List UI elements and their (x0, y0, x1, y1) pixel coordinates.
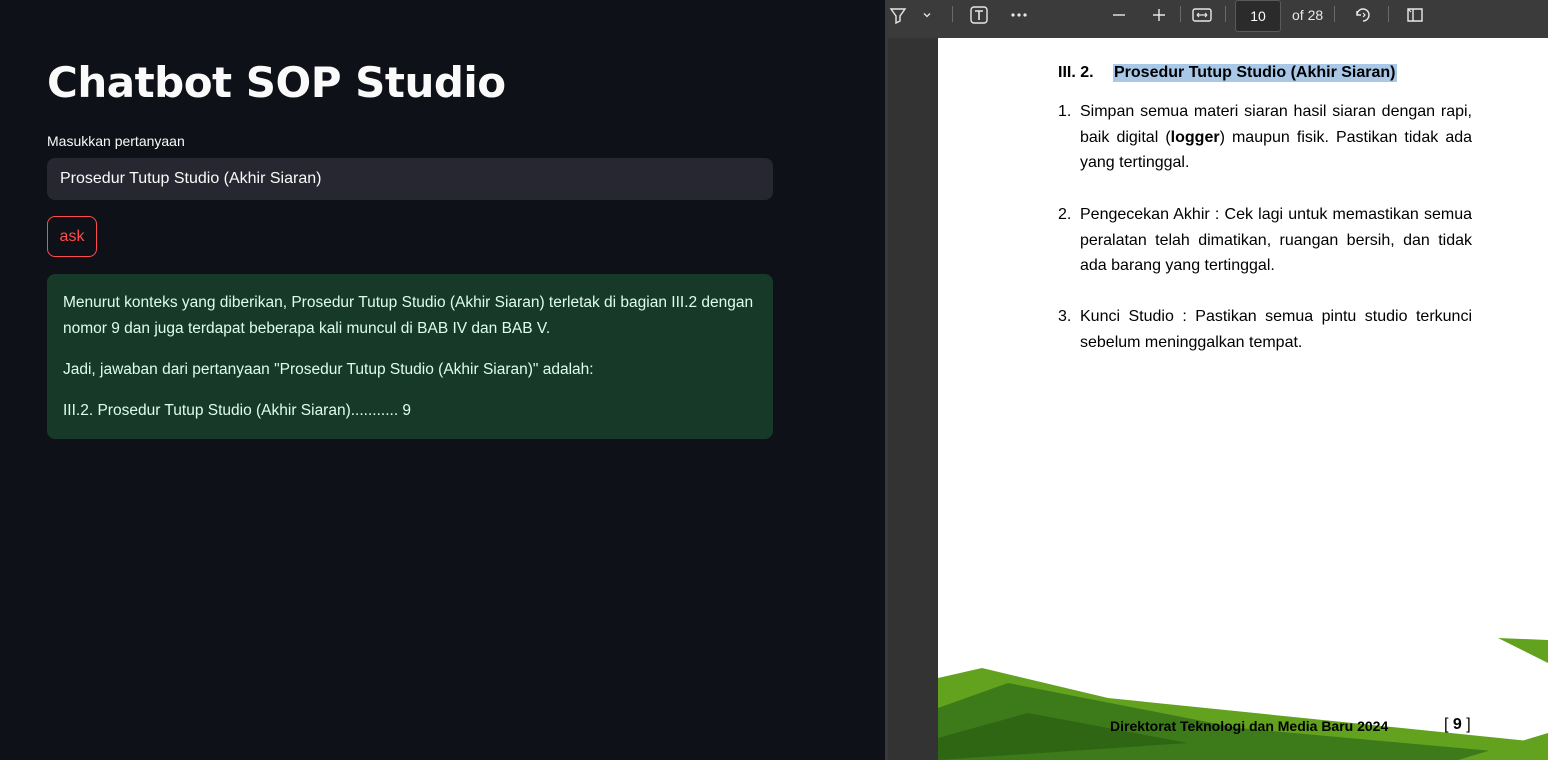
list-text-bold: logger (1170, 128, 1220, 146)
page-view-icon[interactable] (1404, 0, 1426, 30)
chevron-down-icon[interactable] (919, 0, 935, 30)
page-title: Chatbot SOP Studio (47, 58, 506, 107)
toolbar-separator (1180, 6, 1181, 22)
pdf-viewer: of 28 III. 2. Prosedur Tutup Studio (Akh… (888, 0, 1548, 760)
answer-paragraph: Jadi, jawaban dari pertanyaan "Prosedur … (63, 361, 594, 378)
page-count: of 28 (1292, 7, 1324, 23)
bracket-close: ] (1466, 716, 1471, 733)
page-footer-number: [ 9 ] (1444, 716, 1471, 734)
toolbar-separator (952, 6, 953, 22)
answer-box: Menurut konteks yang diberikan, Prosedur… (47, 274, 773, 439)
list-number: 2. (1058, 206, 1072, 223)
pdf-toolbar: of 28 (888, 0, 1548, 38)
chatbot-app: Chatbot SOP Studio Masukkan pertanyaan a… (0, 0, 885, 760)
text-box-icon[interactable] (968, 0, 990, 30)
more-icon[interactable] (1008, 0, 1030, 30)
answer-paragraph: III.2. Prosedur Tutup Studio (Akhir Siar… (63, 402, 412, 419)
list-text: Simpan semua materi siaran hasil siaran … (1080, 99, 1472, 176)
list-item: 3. Kunci Studio : Pastikan semua pintu s… (1058, 304, 1472, 355)
list-number: 3. (1058, 308, 1072, 325)
list-number: 1. (1058, 103, 1072, 120)
list-item: 2. Pengecekan Akhir : Cek lagi untuk mem… (1058, 202, 1472, 279)
answer-paragraph: Menurut konteks yang diberikan, Prosedur… (63, 294, 754, 337)
rotate-icon[interactable] (1352, 0, 1374, 30)
toolbar-separator (1388, 6, 1389, 22)
list-item: 1. Simpan semua materi siaran hasil siar… (1058, 99, 1472, 176)
section-title[interactable]: Prosedur Tutup Studio (Akhir Siaran) (1113, 64, 1397, 82)
zoom-out-icon[interactable] (1110, 0, 1128, 30)
fit-width-icon[interactable] (1190, 0, 1214, 30)
pdf-page: III. 2. Prosedur Tutup Studio (Akhir Sia… (938, 38, 1548, 760)
page-footer-text: Direktorat Teknologi dan Media Baru 2024 (1110, 718, 1389, 734)
bracket-open: [ (1444, 716, 1449, 733)
list-text: Kunci Studio : Pastikan semua pintu stud… (1080, 308, 1472, 351)
page-number-input[interactable] (1235, 0, 1281, 32)
question-input[interactable] (47, 158, 773, 200)
list-text: Pengecekan Akhir : Cek lagi untuk memast… (1080, 206, 1472, 274)
toolbar-separator (1225, 6, 1226, 22)
highlight-icon[interactable] (888, 0, 908, 30)
section-number: III. 2. (1058, 64, 1094, 81)
zoom-in-icon[interactable] (1150, 0, 1168, 30)
toolbar-separator (1334, 6, 1335, 22)
footer-page-value: 9 (1452, 716, 1462, 733)
ask-button[interactable]: ask (47, 216, 97, 257)
question-label: Masukkan pertanyaan (47, 133, 185, 149)
